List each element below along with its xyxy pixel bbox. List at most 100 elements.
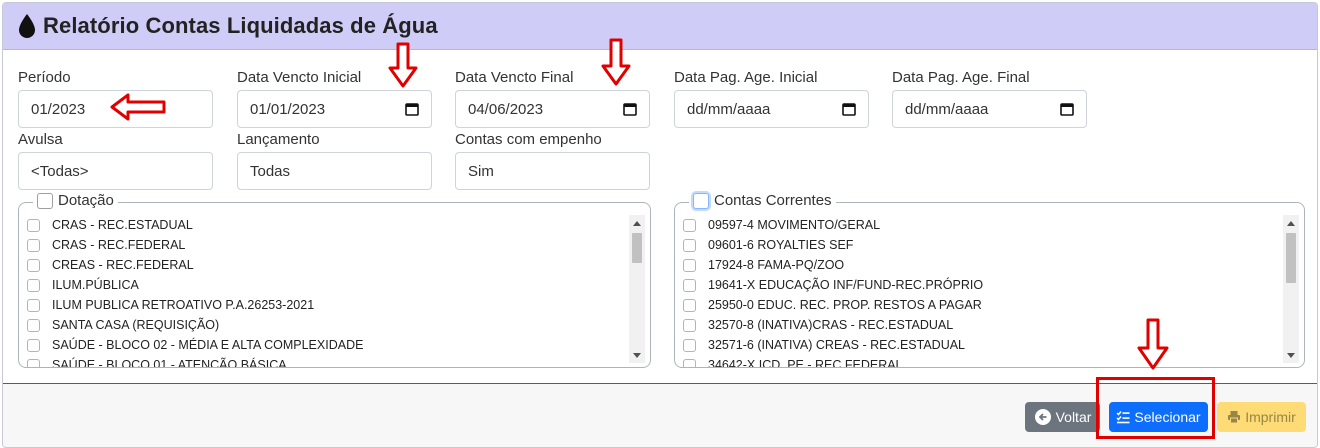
list-item-checkbox[interactable] bbox=[27, 238, 40, 252]
list-item[interactable]: ILUM PUBLICA RETROATIVO P.A.26253-2021 bbox=[27, 295, 622, 315]
avulsa-value: <Todas> bbox=[31, 162, 89, 180]
list-item-label: SAÚDE - BLOCO 02 - MÉDIA E ALTA COMPLEXI… bbox=[52, 338, 364, 352]
list-item-label: SAÚDE - BLOCO 01 - ATENÇÃO BÁSICA bbox=[52, 358, 287, 367]
list-item[interactable]: 19641-X EDUCAÇÃO INF/FUND-REC.PRÓPRIO bbox=[683, 275, 1276, 295]
list-item-checkbox[interactable] bbox=[27, 298, 40, 312]
list-item-checkbox[interactable] bbox=[683, 358, 696, 367]
list-item-checkbox[interactable] bbox=[27, 318, 40, 332]
list-item-checkbox[interactable] bbox=[683, 318, 696, 332]
data-vencto-inicial-input[interactable]: 01/01/2023 bbox=[237, 90, 432, 128]
contas-correntes-fieldset: Contas Correntes 09597-4 MOVIMENTO/GERAL… bbox=[674, 192, 1305, 368]
avulsa-label: Avulsa bbox=[18, 131, 63, 148]
list-item-label: 19641-X EDUCAÇÃO INF/FUND-REC.PRÓPRIO bbox=[708, 278, 984, 292]
list-item-checkbox[interactable] bbox=[27, 338, 40, 352]
dotacao-list: CRAS - REC.ESTADUAL CRAS - REC.FEDERAL C… bbox=[27, 215, 622, 367]
dotacao-legend-text: Dotação bbox=[58, 192, 114, 209]
scroll-thumb[interactable] bbox=[632, 233, 642, 263]
list-item-checkbox[interactable] bbox=[27, 218, 40, 232]
list-item[interactable]: CRAS - REC.ESTADUAL bbox=[27, 215, 622, 235]
list-item[interactable]: SAÚDE - BLOCO 01 - ATENÇÃO BÁSICA bbox=[27, 355, 622, 367]
contas-correntes-legend-text: Contas Correntes bbox=[714, 192, 832, 209]
list-item[interactable]: 34642-X ICD. PE - REC.FEDERAL bbox=[683, 355, 1276, 367]
data-vencto-final-label: Data Vencto Final bbox=[455, 69, 574, 86]
list-item-checkbox[interactable] bbox=[27, 258, 40, 272]
data-pag-age-inicial-input[interactable]: dd/mm/aaaa bbox=[674, 90, 869, 128]
lancamento-label: Lançamento bbox=[237, 131, 320, 148]
data-pag-age-inicial-value: dd/mm/aaaa bbox=[687, 100, 771, 118]
annotation-arrow-left-icon bbox=[110, 93, 166, 121]
data-vencto-inicial-label: Data Vencto Inicial bbox=[237, 69, 362, 86]
list-item[interactable]: 09601-6 ROYALTIES SEF bbox=[683, 235, 1276, 255]
voltar-button[interactable]: Voltar bbox=[1025, 402, 1100, 432]
scroll-thumb[interactable] bbox=[1286, 233, 1296, 283]
list-item[interactable]: CRAS - REC.FEDERAL bbox=[27, 235, 622, 255]
data-pag-age-final-input[interactable]: dd/mm/aaaa bbox=[892, 90, 1087, 128]
imprimir-button[interactable]: Imprimir bbox=[1217, 402, 1306, 432]
dotacao-select-all-checkbox[interactable] bbox=[37, 192, 53, 209]
lancamento-value: Todas bbox=[250, 162, 291, 180]
list-item[interactable]: 25950-0 EDUC. REC. PROP. RESTOS A PAGAR bbox=[683, 295, 1276, 315]
contas-correntes-legend: Contas Correntes bbox=[689, 192, 836, 209]
list-item-checkbox[interactable] bbox=[683, 278, 696, 292]
list-item[interactable]: 09597-4 MOVIMENTO/GERAL bbox=[683, 215, 1276, 235]
contas-empenho-value: Sim bbox=[468, 162, 494, 180]
list-item-label: 17924-8 FAMA-PQ/ZOO bbox=[708, 258, 845, 272]
list-item-label: ILUM.PÚBLICA bbox=[52, 278, 139, 292]
calendar-icon[interactable] bbox=[1060, 102, 1074, 116]
list-item-checkbox[interactable] bbox=[27, 358, 40, 367]
data-vencto-final-input[interactable]: 04/06/2023 bbox=[455, 90, 650, 128]
scroll-up-icon[interactable] bbox=[1283, 215, 1299, 231]
data-pag-age-final-label: Data Pag. Age. Final bbox=[892, 69, 1030, 86]
list-item[interactable]: 32570-8 (INATIVA)CRAS - REC.ESTADUAL bbox=[683, 315, 1276, 335]
annotation-arrow-down-icon bbox=[388, 42, 418, 88]
list-item-label: 32570-8 (INATIVA)CRAS - REC.ESTADUAL bbox=[708, 318, 954, 332]
list-item-label: 09597-4 MOVIMENTO/GERAL bbox=[708, 218, 881, 232]
list-item[interactable]: SAÚDE - BLOCO 02 - MÉDIA E ALTA COMPLEXI… bbox=[27, 335, 622, 355]
list-item-label: SANTA CASA (REQUISIÇÃO) bbox=[52, 318, 220, 332]
contas-empenho-label: Contas com empenho bbox=[455, 131, 602, 148]
list-item-label: CRAS - REC.ESTADUAL bbox=[52, 218, 193, 232]
list-item-label: 09601-6 ROYALTIES SEF bbox=[708, 238, 854, 252]
list-item[interactable]: 32571-6 (INATIVA) CREAS - REC.ESTADUAL bbox=[683, 335, 1276, 355]
lancamento-select[interactable]: Todas bbox=[237, 152, 432, 190]
list-item-label: 25950-0 EDUC. REC. PROP. RESTOS A PAGAR bbox=[708, 298, 982, 312]
periodo-label: Período bbox=[18, 69, 71, 86]
water-drop-icon bbox=[19, 14, 35, 38]
list-item[interactable]: SANTA CASA (REQUISIÇÃO) bbox=[27, 315, 622, 335]
list-item[interactable]: 17924-8 FAMA-PQ/ZOO bbox=[683, 255, 1276, 275]
contas-empenho-select[interactable]: Sim bbox=[455, 152, 650, 190]
printer-icon bbox=[1228, 411, 1241, 424]
annotation-arrow-down-icon bbox=[601, 38, 631, 86]
data-pag-age-final-value: dd/mm/aaaa bbox=[905, 100, 989, 118]
contas-correntes-list: 09597-4 MOVIMENTO/GERAL 09601-6 ROYALTIE… bbox=[683, 215, 1276, 367]
list-item-checkbox[interactable] bbox=[27, 278, 40, 292]
page-title: Relatório Contas Liquidadas de Água bbox=[43, 13, 438, 38]
list-item-checkbox[interactable] bbox=[683, 238, 696, 252]
calendar-icon[interactable] bbox=[842, 102, 856, 116]
voltar-label: Voltar bbox=[1055, 409, 1092, 425]
data-vencto-final-value: 04/06/2023 bbox=[468, 100, 544, 118]
calendar-icon[interactable] bbox=[405, 102, 419, 116]
page-header: Relatório Contas Liquidadas de Água bbox=[3, 3, 1317, 50]
imprimir-label: Imprimir bbox=[1245, 409, 1296, 425]
avulsa-select[interactable]: <Todas> bbox=[18, 152, 213, 190]
contas-correntes-select-all-checkbox[interactable] bbox=[693, 192, 709, 209]
calendar-icon[interactable] bbox=[623, 102, 637, 116]
arrow-left-circle-icon bbox=[1034, 409, 1051, 425]
list-item-checkbox[interactable] bbox=[683, 298, 696, 312]
list-item-label: ILUM PUBLICA RETROATIVO P.A.26253-2021 bbox=[52, 298, 315, 312]
list-item-checkbox[interactable] bbox=[683, 258, 696, 272]
dotacao-legend: Dotação bbox=[33, 192, 118, 209]
contas-correntes-scrollbar[interactable] bbox=[1283, 215, 1299, 363]
scroll-up-icon[interactable] bbox=[629, 215, 645, 231]
data-vencto-inicial-value: 01/01/2023 bbox=[250, 100, 326, 118]
list-item[interactable]: ILUM.PÚBLICA bbox=[27, 275, 622, 295]
list-item-checkbox[interactable] bbox=[683, 218, 696, 232]
dotacao-scrollbar[interactable] bbox=[629, 215, 645, 363]
annotation-highlight-box bbox=[1096, 377, 1215, 439]
data-pag-age-inicial-label: Data Pag. Age. Inicial bbox=[674, 69, 818, 86]
scroll-down-icon[interactable] bbox=[629, 347, 645, 363]
list-item-checkbox[interactable] bbox=[683, 338, 696, 352]
scroll-down-icon[interactable] bbox=[1283, 347, 1299, 363]
list-item[interactable]: CREAS - REC.FEDERAL bbox=[27, 255, 622, 275]
